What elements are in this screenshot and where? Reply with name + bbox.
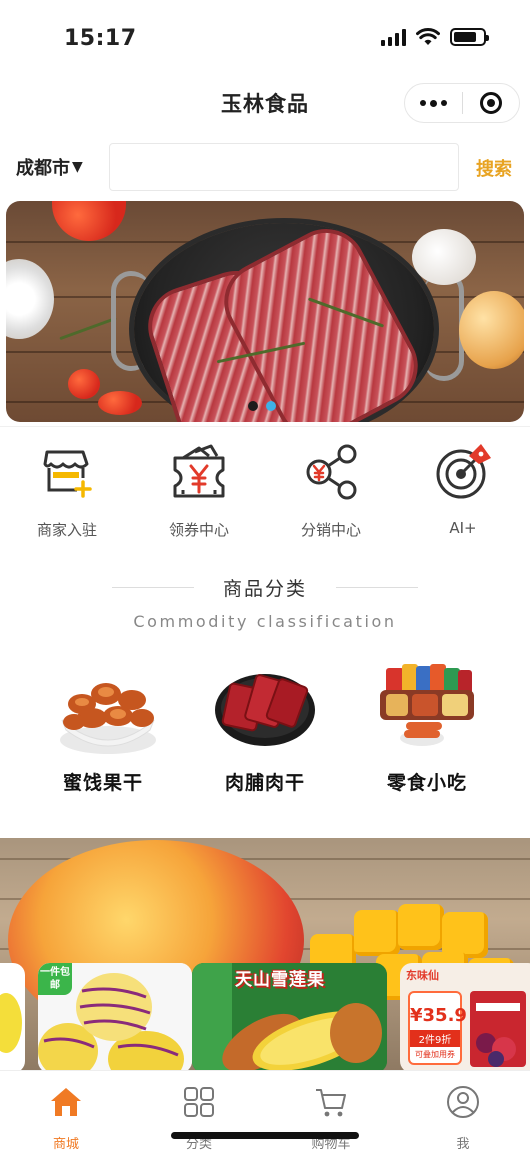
target-close-icon[interactable] [463, 84, 519, 122]
category-name: 肉脯肉干 [224, 772, 305, 794]
triangle-down-icon: ▼ [72, 159, 83, 175]
tab-cart[interactable]: 购物车 [291, 1085, 371, 1150]
more-dots-icon[interactable] [405, 84, 462, 122]
tab-me[interactable]: 我 [423, 1085, 503, 1150]
pagination-dot-active[interactable] [266, 401, 276, 411]
dried-apricots-image [48, 660, 158, 760]
category-dried-fruit[interactable]: 蜜饯果干 [28, 660, 178, 795]
category-snacks[interactable]: 零食小吃 [352, 660, 502, 795]
fruit-image [0, 993, 22, 1053]
tomato-image [52, 201, 126, 241]
pagination-dot[interactable] [248, 401, 258, 411]
promo-card[interactable] [0, 963, 25, 1073]
radar-target-icon [436, 444, 491, 499]
category-jerky[interactable]: 肉脯肉干 [190, 660, 340, 795]
promo-card-pepino[interactable]: 一件包邮 [38, 963, 192, 1073]
section-title-cn: 商品分类 [222, 578, 307, 600]
garlic-image [412, 229, 476, 285]
tab-category[interactable]: 分类 [159, 1085, 239, 1150]
tab-mall[interactable]: 商城 [26, 1085, 106, 1150]
grid-icon [184, 1087, 214, 1117]
share-yen-icon [306, 444, 357, 500]
jerky-image [210, 660, 320, 760]
status-icons [381, 28, 489, 46]
status-time: 15:17 [64, 26, 137, 51]
onion-image [459, 291, 524, 369]
wifi-icon [416, 28, 440, 45]
price-value: ¥35.9 [410, 1005, 467, 1026]
divider [0, 426, 530, 427]
tomato-image [98, 391, 142, 415]
entry-label: 分销中心 [300, 521, 361, 539]
discount-label: 2件9折 [410, 1030, 460, 1047]
category-name: 蜜饯果干 [62, 772, 143, 794]
search-button[interactable]: 搜索 [476, 155, 512, 181]
banner-carousel[interactable] [6, 201, 524, 422]
brand-label: 东味仙 [406, 969, 439, 982]
entry-label: 商家入驻 [36, 521, 97, 539]
promo-card-yacon[interactable]: 天山雪莲果 [192, 963, 387, 1073]
price-tag: ¥35.9 2件9折 可叠加用券 [408, 991, 467, 1065]
status-bar: 15:17 [0, 0, 530, 78]
battery-icon [450, 28, 489, 46]
entry-distribution-center[interactable]: 分销中心 [266, 442, 396, 540]
search-input[interactable] [109, 143, 459, 191]
storefront-plus-icon [43, 450, 92, 498]
entry-label: AI+ [449, 519, 477, 537]
home-icon [51, 1088, 81, 1116]
banner-pagination [248, 401, 276, 411]
section-title-en: Commodity classification [133, 612, 397, 631]
city-label: 成都市 [16, 158, 70, 179]
coupon-note: 可叠加用券 [415, 1050, 455, 1059]
category-name: 零食小吃 [386, 772, 467, 794]
tab-label: 商城 [52, 1137, 79, 1150]
entry-label: 领券中心 [168, 521, 229, 539]
user-icon [447, 1086, 479, 1118]
entry-ai-plus[interactable]: AI+ [398, 442, 528, 537]
entry-coupon-center[interactable]: 领券中心 [134, 442, 264, 540]
tab-label: 我 [456, 1137, 470, 1150]
city-selector[interactable]: 成都市 ▼ [16, 154, 83, 180]
snacks-image [372, 660, 482, 760]
promo-card-snack-brand[interactable]: 东味仙 ¥35.9 2件9折 可叠加用券 [400, 963, 530, 1073]
promo-card-title: 天山雪莲果 [235, 970, 325, 990]
home-indicator [171, 1132, 359, 1139]
cart-icon [316, 1089, 346, 1117]
tomato-image [68, 369, 100, 399]
coupon-yen-icon [173, 444, 225, 498]
section-title: 商品分类 [0, 574, 530, 601]
entry-merchant-join[interactable]: 商家入驻 [2, 442, 132, 540]
free-shipping-badge: 一件包邮 [38, 963, 72, 995]
snack-pack-image [470, 991, 526, 1067]
salt-bowl-image [6, 259, 54, 339]
signal-icon [381, 28, 406, 46]
herb-image [59, 316, 117, 341]
mini-program-capsule [404, 83, 520, 123]
